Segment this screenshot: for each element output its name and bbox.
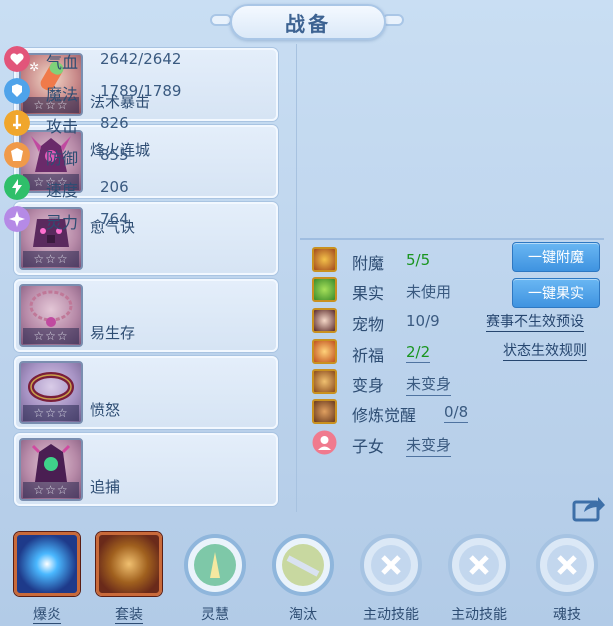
one-click-enchant-button[interactable]: 一键附魔	[512, 242, 600, 272]
skill-label: 魂技	[553, 607, 581, 623]
stat-label: 气血	[46, 53, 79, 72]
stat-label: 攻击	[46, 117, 79, 136]
stat-label: 速度	[46, 181, 79, 200]
stat-value: 826	[100, 114, 129, 132]
shield-icon	[4, 78, 30, 104]
skill-slot-4[interactable]: 淘汰	[268, 528, 338, 626]
feature-value[interactable]: 0/8	[444, 403, 469, 423]
skill-bar: 爆炎 套装 灵慧 淘汰 主动技能 主动技能 魂技	[0, 528, 613, 626]
skill-slot-2[interactable]: 套装	[94, 528, 164, 626]
equipment-slot-5[interactable]: ☆☆☆ 愤怒	[14, 356, 278, 429]
spirit-icon	[4, 206, 30, 232]
cultivation-icon	[312, 399, 337, 424]
skill-label: 爆炎	[33, 607, 61, 624]
title-banner: 战备	[230, 4, 386, 40]
equipment-name: 愤怒	[90, 401, 121, 419]
enchant-icon	[312, 247, 337, 272]
stat-label: 灵力	[46, 213, 79, 232]
feature-label: 修炼觉醒	[352, 406, 417, 425]
ring-icon: ☆☆☆	[19, 361, 83, 424]
lightning-icon	[4, 174, 30, 200]
blessing-icon	[312, 339, 337, 364]
page-title: 战备	[285, 11, 331, 36]
skill-slot-6[interactable]: 主动技能	[444, 528, 514, 626]
stat-hp: 气血 2642/2642	[0, 44, 300, 74]
skill-slot-1[interactable]: 爆炎	[12, 528, 82, 626]
stat-speed: 速度 206	[0, 172, 300, 202]
stat-label: 防御	[46, 149, 79, 168]
skill-label: 主动技能	[363, 607, 419, 623]
skill-slot-5[interactable]: 主动技能	[356, 528, 426, 626]
feature-cultivation: 修炼觉醒 0/8	[306, 398, 606, 426]
feature-value: 未使用	[406, 283, 452, 301]
sword-icon	[4, 110, 30, 136]
stat-value: 764	[100, 210, 129, 228]
feature-label: 变身	[352, 376, 385, 395]
skill-label-wrap: 套装	[94, 604, 164, 624]
equipment-slot-4[interactable]: ☆☆☆ 易生存	[14, 279, 278, 352]
preset-link[interactable]: 赛事不生效预设	[486, 313, 584, 332]
demon-boots-icon: ☆☆☆	[19, 438, 83, 501]
feature-child: 子女 未变身	[306, 429, 606, 457]
skill-label: 主动技能	[451, 607, 507, 623]
feature-value[interactable]: 2/2	[406, 343, 431, 363]
one-click-fruit-button[interactable]: 一键果实	[512, 278, 600, 308]
feature-value: 10/9	[406, 312, 440, 330]
star-rating: ☆☆☆	[23, 405, 79, 421]
share-icon[interactable]	[572, 494, 606, 522]
skill-label-wrap: 爆炎	[12, 604, 82, 624]
star-rating: ☆☆☆	[23, 328, 79, 344]
feature-label: 宠物	[352, 315, 385, 334]
locked-skill-icon	[448, 534, 510, 596]
stat-defense: 防御 855	[0, 140, 300, 170]
skill-label: 套装	[115, 607, 143, 624]
feature-value: 5/5	[406, 251, 431, 269]
feature-label: 果实	[352, 284, 385, 303]
necklace-icon: ☆☆☆	[19, 284, 83, 347]
feature-label: 附魔	[352, 254, 385, 273]
feature-label: 祈福	[352, 346, 385, 365]
feature-transform: 变身 未变身	[306, 368, 606, 396]
fruit-icon	[312, 277, 337, 302]
rules-link[interactable]: 状态生效规则	[503, 342, 587, 361]
child-icon	[312, 430, 337, 455]
stat-value: 855	[100, 146, 129, 164]
explosion-skill-icon	[14, 532, 80, 596]
pet-icon	[312, 308, 337, 333]
eliminate-skill-icon	[272, 534, 334, 596]
stat-spirit: 灵力 764	[0, 204, 300, 234]
skill-slot-3[interactable]: 灵慧	[180, 528, 250, 626]
feature-value[interactable]: 未变身	[406, 434, 452, 457]
stat-attack: 攻击 826	[0, 108, 300, 138]
transform-icon	[312, 369, 337, 394]
stat-label: 魔法	[46, 85, 79, 104]
wisdom-skill-icon	[184, 534, 246, 596]
skill-label: 灵慧	[201, 607, 229, 623]
skill-slot-7[interactable]: 魂技	[532, 528, 602, 626]
equipment-slot-6[interactable]: ☆☆☆ 追捕	[14, 433, 278, 506]
equipment-name: 易生存	[90, 324, 136, 342]
suit-skill-icon	[96, 532, 162, 596]
armor-icon	[4, 142, 30, 168]
section-divider	[300, 238, 604, 240]
equipment-name: 追捕	[90, 478, 121, 496]
stat-value: 2642/2642	[100, 50, 182, 68]
feature-value[interactable]: 未变身	[406, 373, 452, 396]
locked-skill-icon	[536, 534, 598, 596]
stat-value: 1789/1789	[100, 82, 182, 100]
title-ornament-left	[210, 14, 232, 26]
locked-skill-icon	[360, 534, 422, 596]
stat-mp: 魔法 1789/1789	[0, 76, 300, 106]
heart-icon	[4, 46, 30, 72]
feature-label: 子女	[352, 437, 385, 456]
stat-value: 206	[100, 178, 129, 196]
skill-label: 淘汰	[289, 607, 317, 623]
star-rating: ☆☆☆	[23, 482, 79, 498]
star-rating: ☆☆☆	[23, 251, 79, 267]
